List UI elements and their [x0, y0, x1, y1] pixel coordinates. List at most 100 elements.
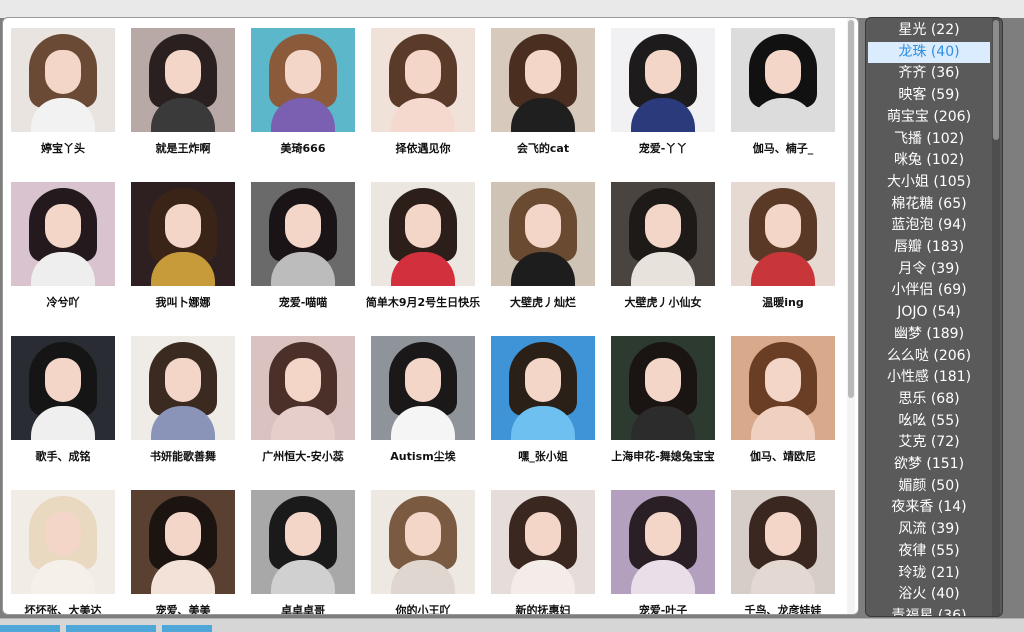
category-item[interactable]: 夜律 (55) [868, 541, 990, 562]
room-thumbnail[interactable] [611, 336, 715, 440]
category-item[interactable]: 龙珠 (40) [868, 41, 990, 63]
room-card[interactable]: 千鸟、龙彦娃娃 [723, 480, 843, 614]
category-item[interactable]: 月令 (39) [868, 259, 990, 280]
room-card[interactable]: 大壁虎丿小仙女 [603, 172, 723, 322]
room-card[interactable]: 广州恒大-安小蕊 [243, 326, 363, 476]
room-thumbnail[interactable] [491, 182, 595, 286]
room-card[interactable]: 卓卓卓哥 [243, 480, 363, 614]
category-item[interactable]: 萌宝宝 (206) [868, 107, 990, 128]
room-name[interactable]: Autism尘埃 [363, 450, 483, 464]
room-card[interactable]: 宠爱、美美 [123, 480, 243, 614]
room-card[interactable]: 伽马、靖欧尼 [723, 326, 843, 476]
room-card[interactable]: 温暖ing [723, 172, 843, 322]
room-thumbnail[interactable] [491, 28, 595, 132]
room-card[interactable]: 歌手、成铭 [3, 326, 123, 476]
room-card[interactable]: 嘿_张小姐 [483, 326, 603, 476]
room-thumbnail[interactable] [11, 490, 115, 594]
room-thumbnail[interactable] [11, 336, 115, 440]
room-name[interactable]: 宠爱-叶子 [603, 604, 723, 614]
room-thumbnail[interactable] [611, 490, 715, 594]
category-item[interactable]: 风流 (39) [868, 519, 990, 540]
category-item[interactable]: 艾克 (72) [868, 432, 990, 453]
category-item[interactable]: 玲珑 (21) [868, 563, 990, 584]
category-scrollbar-thumb[interactable] [993, 20, 999, 140]
room-name[interactable]: 你的小王吖 [363, 604, 483, 614]
category-item[interactable]: 青福星 (36) [868, 606, 990, 616]
room-card[interactable]: 新的抚惠妇 [483, 480, 603, 614]
category-item[interactable]: 小伴侣 (69) [868, 280, 990, 301]
room-name[interactable]: 大壁虎丿小仙女 [603, 296, 723, 310]
category-item[interactable]: 映客 (59) [868, 85, 990, 106]
room-card[interactable]: 书妍能歌善舞 [123, 326, 243, 476]
category-scrollbar[interactable] [992, 18, 1000, 616]
room-name[interactable]: 宠爱-丫丫 [603, 142, 723, 156]
room-thumbnail[interactable] [611, 28, 715, 132]
room-thumbnail[interactable] [731, 336, 835, 440]
room-thumbnail[interactable] [491, 490, 595, 594]
room-thumbnail[interactable] [11, 182, 115, 286]
room-card[interactable]: 我叫卜娜娜 [123, 172, 243, 322]
category-item[interactable]: 星光 (22) [868, 20, 990, 41]
room-thumbnail[interactable] [131, 336, 235, 440]
room-card[interactable]: 大壁虎丿灿烂 [483, 172, 603, 322]
room-card[interactable]: 伽马、楠子_ [723, 18, 843, 168]
room-name[interactable]: 美琦666 [243, 142, 363, 156]
room-thumbnail[interactable] [251, 28, 355, 132]
room-card[interactable]: 坏坏张、大美达 [3, 480, 123, 614]
room-name[interactable]: 千鸟、龙彦娃娃 [723, 604, 843, 614]
room-name[interactable]: 大壁虎丿灿烂 [483, 296, 603, 310]
room-thumbnail[interactable] [251, 336, 355, 440]
room-card[interactable]: 冷兮吖 [3, 172, 123, 322]
room-grid-scrollbar-thumb[interactable] [848, 20, 854, 398]
room-name[interactable]: 宠爱、美美 [123, 604, 243, 614]
room-name[interactable]: 会飞的cat [483, 142, 603, 156]
room-name[interactable]: 婷宝丫头 [3, 142, 123, 156]
room-thumbnail[interactable] [131, 490, 235, 594]
room-name[interactable]: 我叫卜娜娜 [123, 296, 243, 310]
room-card[interactable]: 上海申花-舞媳兔宝宝 [603, 326, 723, 476]
room-thumbnail[interactable] [731, 182, 835, 286]
room-thumbnail[interactable] [11, 28, 115, 132]
room-thumbnail[interactable] [731, 28, 835, 132]
room-thumbnail[interactable] [611, 182, 715, 286]
category-item[interactable]: 么么哒 (206) [868, 346, 990, 367]
room-name[interactable]: 上海申花-舞媳兔宝宝 [603, 450, 723, 464]
room-card[interactable]: 你的小王吖 [363, 480, 483, 614]
category-item[interactable]: 齐齐 (36) [868, 63, 990, 84]
room-name[interactable]: 坏坏张、大美达 [3, 604, 123, 614]
room-thumbnail[interactable] [371, 182, 475, 286]
category-item[interactable]: 思乐 (68) [868, 389, 990, 410]
room-name[interactable]: 简单木9月2号生日快乐 [363, 296, 483, 310]
category-item[interactable]: 浴火 (40) [868, 584, 990, 605]
room-name[interactable]: 伽马、楠子_ [723, 142, 843, 156]
category-item[interactable]: 夜来香 (14) [868, 497, 990, 518]
room-name[interactable]: 冷兮吖 [3, 296, 123, 310]
category-item[interactable]: 媚颜 (50) [868, 476, 990, 497]
room-name[interactable]: 宠爱-喵喵 [243, 296, 363, 310]
room-name[interactable]: 择依遇见你 [363, 142, 483, 156]
category-item[interactable]: 咪兔 (102) [868, 150, 990, 171]
room-thumbnail[interactable] [251, 182, 355, 286]
room-name[interactable]: 新的抚惠妇 [483, 604, 603, 614]
room-thumbnail[interactable] [131, 28, 235, 132]
room-grid-scrollbar[interactable] [847, 18, 855, 614]
room-thumbnail[interactable] [371, 490, 475, 594]
category-item[interactable]: 欲梦 (151) [868, 454, 990, 475]
room-thumbnail[interactable] [131, 182, 235, 286]
room-name[interactable]: 温暖ing [723, 296, 843, 310]
room-name[interactable]: 书妍能歌善舞 [123, 450, 243, 464]
room-thumbnail[interactable] [731, 490, 835, 594]
room-card[interactable]: 宠爱-喵喵 [243, 172, 363, 322]
category-item[interactable]: 吆吆 (55) [868, 411, 990, 432]
category-item[interactable]: 小性感 (181) [868, 367, 990, 388]
room-thumbnail[interactable] [491, 336, 595, 440]
category-item[interactable]: 唇瓣 (183) [868, 237, 990, 258]
room-card[interactable]: 简单木9月2号生日快乐 [363, 172, 483, 322]
category-item[interactable]: 棉花糖 (65) [868, 194, 990, 215]
room-name[interactable]: 卓卓卓哥 [243, 604, 363, 614]
category-item[interactable]: JOJO (54) [868, 302, 990, 323]
room-card[interactable]: 择依遇见你 [363, 18, 483, 168]
room-thumbnail[interactable] [251, 490, 355, 594]
category-item[interactable]: 蓝泡泡 (94) [868, 215, 990, 236]
room-name[interactable]: 歌手、成铭 [3, 450, 123, 464]
